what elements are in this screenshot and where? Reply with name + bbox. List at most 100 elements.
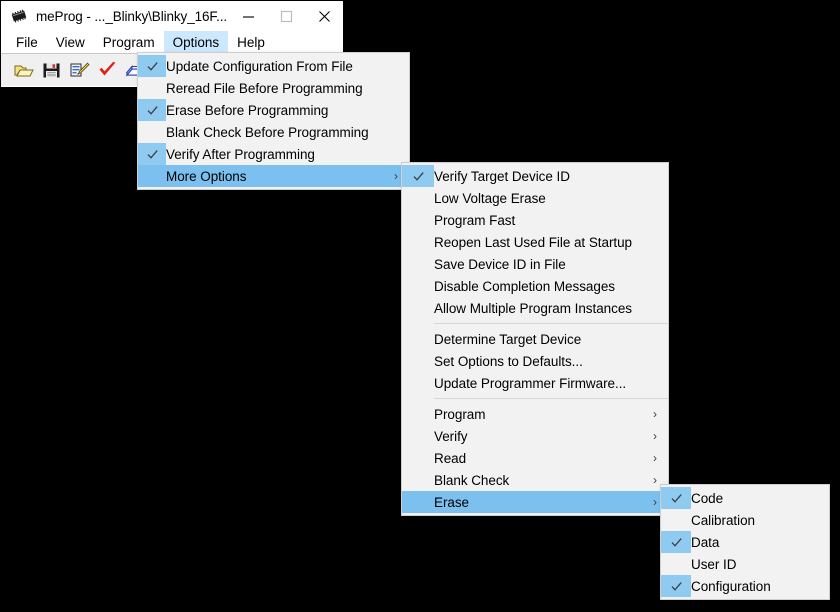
menu-item-label: Reopen Last Used File at Startup (434, 234, 633, 250)
menu-item-determine-target-device[interactable]: Determine Target Device (402, 328, 668, 350)
checkmark-slot (402, 231, 434, 253)
save-file-icon[interactable] (41, 60, 62, 81)
erase-submenu: Code Calibration Data User ID Configurat… (660, 484, 830, 600)
menu-item-disable-completion-messages[interactable]: Disable Completion Messages (402, 275, 668, 297)
menu-item-verify[interactable]: Verify › (402, 425, 668, 447)
checkmark-slot (138, 121, 166, 143)
menu-item-label: Save Device ID in File (434, 256, 566, 272)
menu-item-label: Verify (434, 428, 468, 444)
check-icon (412, 170, 425, 183)
menu-bar: File View Program Options Help (1, 31, 343, 53)
menu-item-label: Update Configuration From File (166, 58, 353, 74)
check-icon (146, 104, 159, 117)
window-controls (229, 1, 343, 31)
menu-item-erase[interactable]: Erase › (402, 491, 668, 513)
menu-item-label: More Options (166, 168, 247, 184)
chevron-right-icon: › (653, 407, 657, 421)
check-icon (670, 536, 683, 549)
menu-item-erase-before-programming[interactable]: Erase Before Programming (138, 99, 409, 121)
menu-item-label: Erase (434, 494, 470, 510)
menu-item-label: Determine Target Device (434, 331, 582, 347)
menu-item-program[interactable]: Program › (402, 403, 668, 425)
more-options-submenu: Verify Target Device ID Low Voltage Eras… (401, 162, 669, 516)
menu-item-update-configuration-from-file[interactable]: Update Configuration From File (138, 55, 409, 77)
chevron-right-icon: › (653, 429, 657, 443)
menu-item-label: Blank Check (434, 472, 510, 488)
check-icon (146, 148, 159, 161)
menubar-item-options[interactable]: Options (163, 31, 229, 53)
title-bar[interactable]: meProg - ..._Blinky\Blinky_16F... (1, 1, 343, 31)
close-button[interactable] (305, 1, 343, 31)
menu-item-label: Data (691, 534, 720, 550)
menu-item-blank-check-before-programming[interactable]: Blank Check Before Programming (138, 121, 409, 143)
menu-item-label: Code (691, 490, 724, 506)
menu-item-allow-multiple-program-instances[interactable]: Allow Multiple Program Instances (402, 297, 668, 319)
verify-check-icon[interactable] (97, 60, 118, 81)
menu-item-update-programmer-firmware[interactable]: Update Programmer Firmware... (402, 372, 668, 394)
menu-item-set-options-to-defaults[interactable]: Set Options to Defaults... (402, 350, 668, 372)
checkmark-slot (138, 99, 166, 121)
checkmark-slot (402, 297, 434, 319)
menu-item-label: Blank Check Before Programming (166, 124, 369, 140)
menu-item-label: Set Options to Defaults... (434, 353, 583, 369)
checkmark-slot (402, 425, 434, 447)
menu-item-program-fast[interactable]: Program Fast (402, 209, 668, 231)
menubar-label: Help (237, 34, 265, 50)
menu-item-erase-data[interactable]: Data (661, 531, 829, 553)
check-icon (146, 60, 159, 73)
menu-separator (434, 323, 668, 324)
checkmark-slot (402, 447, 434, 469)
checkmark-slot (402, 187, 434, 209)
checkmark-slot (138, 165, 166, 187)
menu-item-verify-after-programming[interactable]: Verify After Programming (138, 143, 409, 165)
menu-item-label: Verify After Programming (166, 146, 315, 162)
menubar-label: View (55, 34, 85, 50)
menubar-item-help[interactable]: Help (228, 31, 274, 53)
checkmark-slot (402, 275, 434, 297)
menu-item-label: Update Programmer Firmware... (434, 375, 627, 391)
menu-item-label: Program (434, 406, 486, 422)
menu-item-erase-code[interactable]: Code (661, 487, 829, 509)
maximize-button[interactable] (267, 1, 305, 31)
check-icon (670, 492, 683, 505)
chip-icon (9, 6, 29, 26)
options-dropdown-menu: Update Configuration From File Reread Fi… (137, 52, 410, 190)
check-icon (670, 580, 683, 593)
menu-item-label: Program Fast (434, 212, 516, 228)
checkmark-slot (138, 55, 166, 77)
menu-item-label: Allow Multiple Program Instances (434, 300, 632, 316)
checkmark-slot (138, 143, 166, 165)
menu-item-erase-configuration[interactable]: Configuration (661, 575, 829, 597)
menubar-item-program[interactable]: Program (94, 31, 164, 53)
chevron-right-icon: › (653, 451, 657, 465)
menu-item-save-device-id-in-file[interactable]: Save Device ID in File (402, 253, 668, 275)
checkmark-slot (402, 403, 434, 425)
minimize-button[interactable] (229, 1, 267, 31)
menu-item-erase-user-id[interactable]: User ID (661, 553, 829, 575)
checkmark-slot (402, 372, 434, 394)
checkmark-slot (661, 531, 691, 553)
checkmark-slot (661, 509, 691, 531)
menubar-item-file[interactable]: File (7, 31, 47, 53)
menu-item-reread-file-before-programming[interactable]: Reread File Before Programming (138, 77, 409, 99)
menu-item-label: User ID (691, 556, 737, 572)
menu-item-label: Calibration (691, 512, 755, 528)
checkmark-slot (402, 469, 434, 491)
checkmark-slot (402, 350, 434, 372)
checkmark-slot (138, 77, 166, 99)
menu-item-low-voltage-erase[interactable]: Low Voltage Erase (402, 187, 668, 209)
menu-item-read[interactable]: Read › (402, 447, 668, 469)
checkmark-slot (402, 209, 434, 231)
menu-item-verify-target-device-id[interactable]: Verify Target Device ID (402, 165, 668, 187)
menu-item-label: Read (434, 450, 467, 466)
checkmark-slot (661, 487, 691, 509)
menu-item-erase-calibration[interactable]: Calibration (661, 509, 829, 531)
menu-item-blank-check[interactable]: Blank Check › (402, 469, 668, 491)
menubar-label: File (16, 34, 38, 50)
menu-item-more-options[interactable]: More Options › (138, 165, 409, 187)
program-device-icon[interactable] (69, 60, 90, 81)
menubar-item-view[interactable]: View (47, 31, 94, 53)
menu-item-reopen-last-used-file-at-startup[interactable]: Reopen Last Used File at Startup (402, 231, 668, 253)
menubar-label: Options (172, 34, 220, 50)
open-file-icon[interactable] (13, 60, 34, 81)
